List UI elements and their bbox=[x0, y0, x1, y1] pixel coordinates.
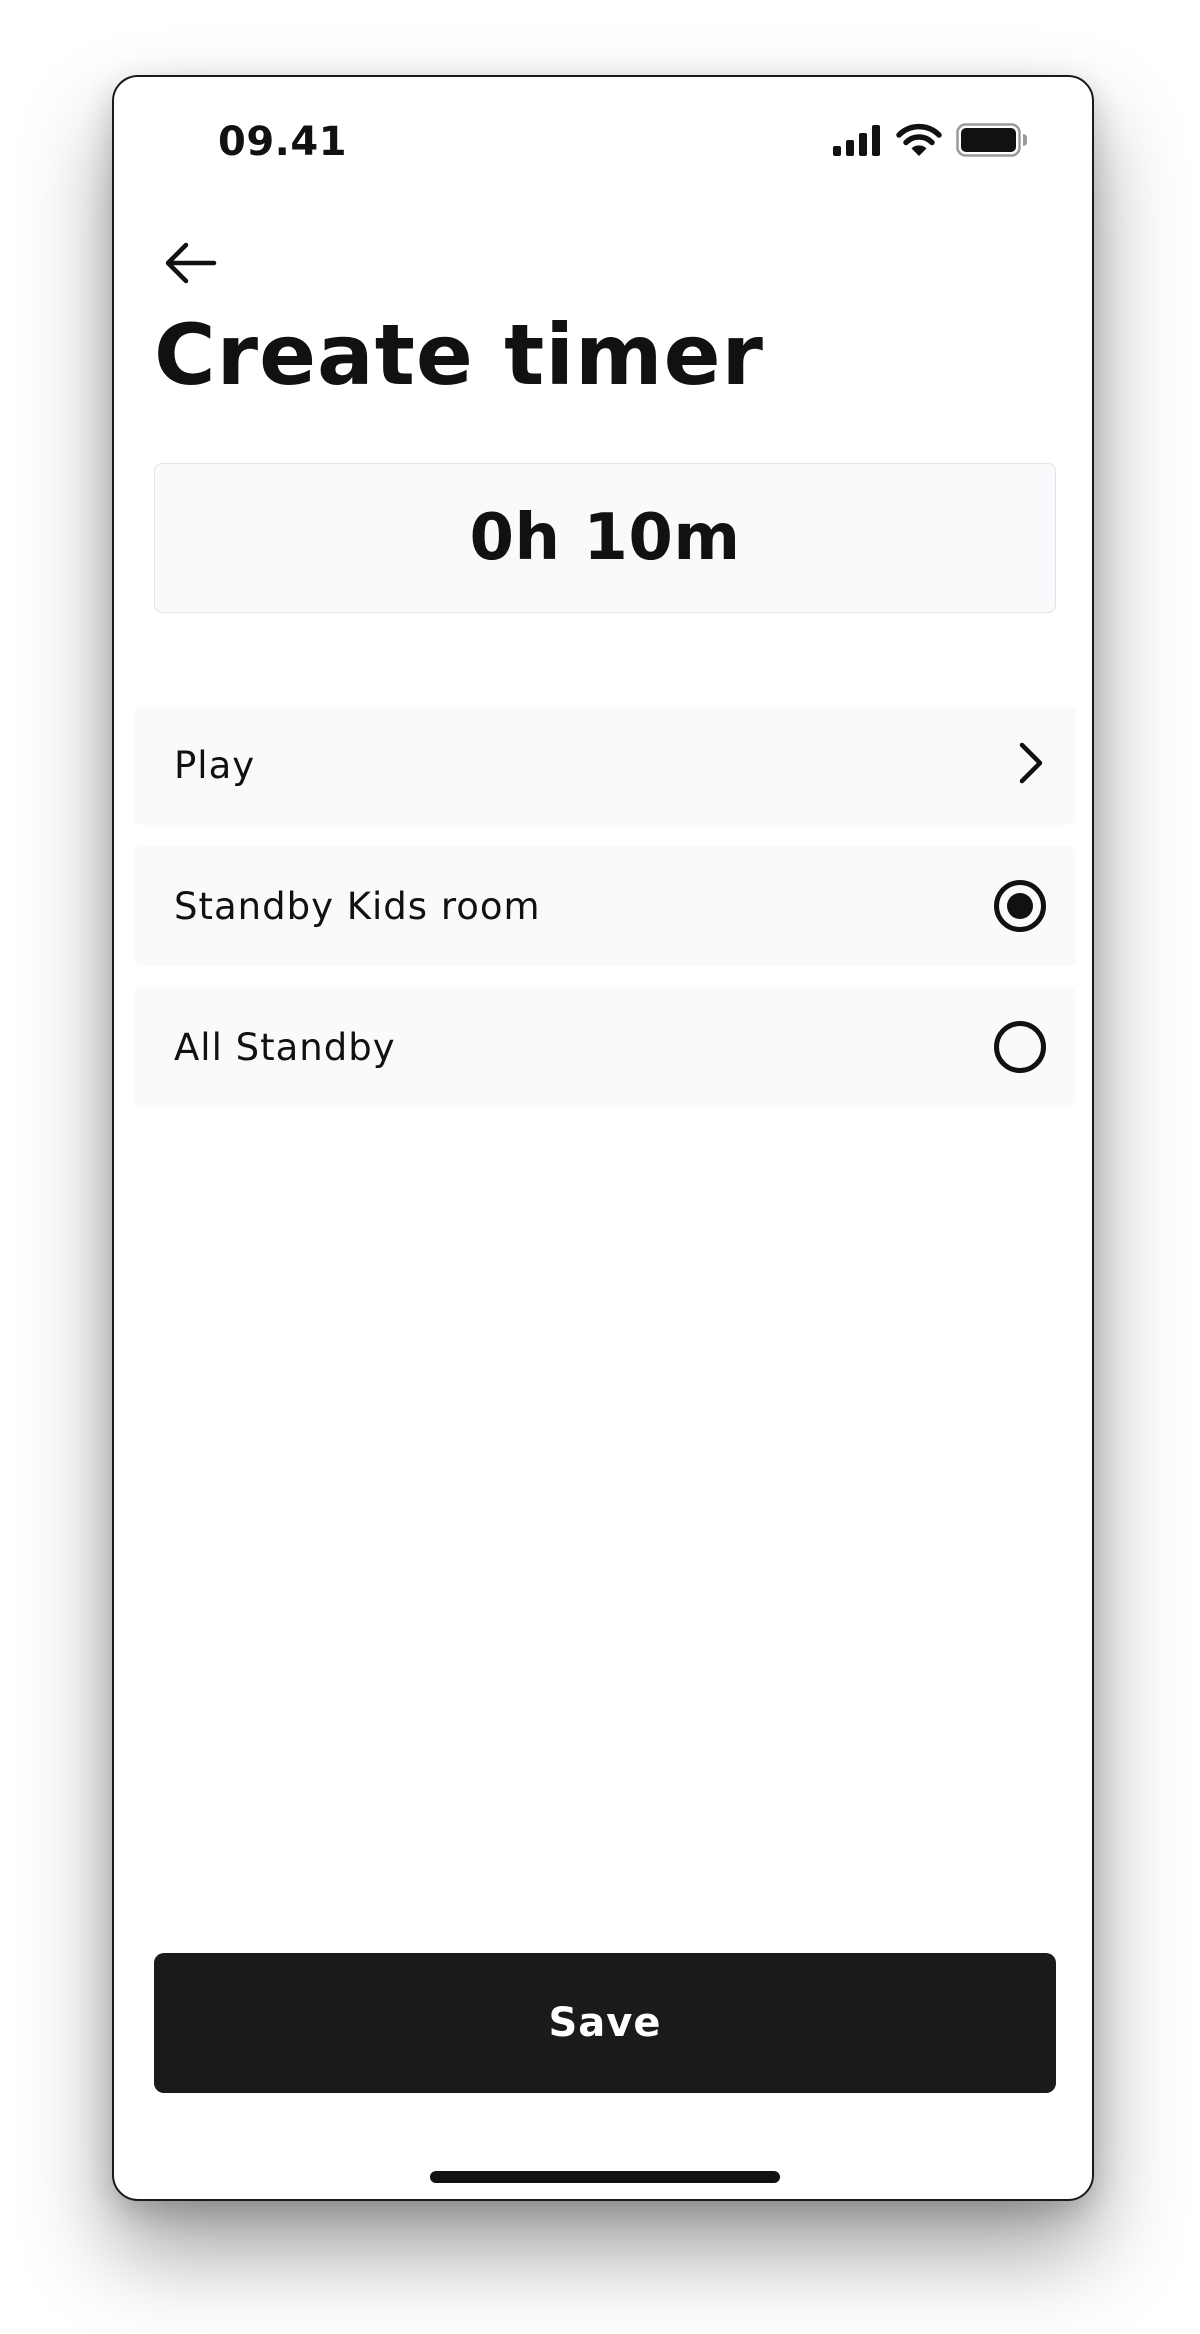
radio-selected[interactable] bbox=[994, 880, 1046, 932]
radio-unselected[interactable] bbox=[994, 1021, 1046, 1073]
save-button[interactable]: Save bbox=[154, 1953, 1056, 2093]
home-indicator[interactable] bbox=[430, 2171, 780, 2183]
option-play[interactable]: Play bbox=[134, 705, 1076, 825]
wifi-icon bbox=[896, 123, 942, 161]
phone-screen: 09.41 Create timer 0h 10m Play Standby K… bbox=[112, 75, 1094, 2201]
radio-dot bbox=[1007, 893, 1033, 919]
battery-icon bbox=[956, 123, 1028, 161]
page-title: Create timer bbox=[154, 306, 764, 404]
duration-picker[interactable]: 0h 10m bbox=[154, 463, 1056, 613]
status-time: 09.41 bbox=[218, 119, 348, 165]
duration-value: 0h 10m bbox=[469, 501, 741, 575]
chevron-right-icon bbox=[1014, 741, 1046, 789]
cellular-signal-icon bbox=[832, 124, 882, 160]
back-button[interactable] bbox=[150, 225, 230, 305]
option-label: Standby Kids room bbox=[174, 884, 541, 928]
option-label: All Standby bbox=[174, 1025, 396, 1069]
option-all-standby[interactable]: All Standby bbox=[134, 987, 1076, 1107]
option-label: Play bbox=[174, 743, 256, 787]
option-standby-kids-room[interactable]: Standby Kids room bbox=[134, 846, 1076, 966]
arrow-left-icon bbox=[162, 241, 218, 289]
status-bar: 09.41 bbox=[114, 77, 1092, 207]
status-icons bbox=[832, 123, 1028, 161]
